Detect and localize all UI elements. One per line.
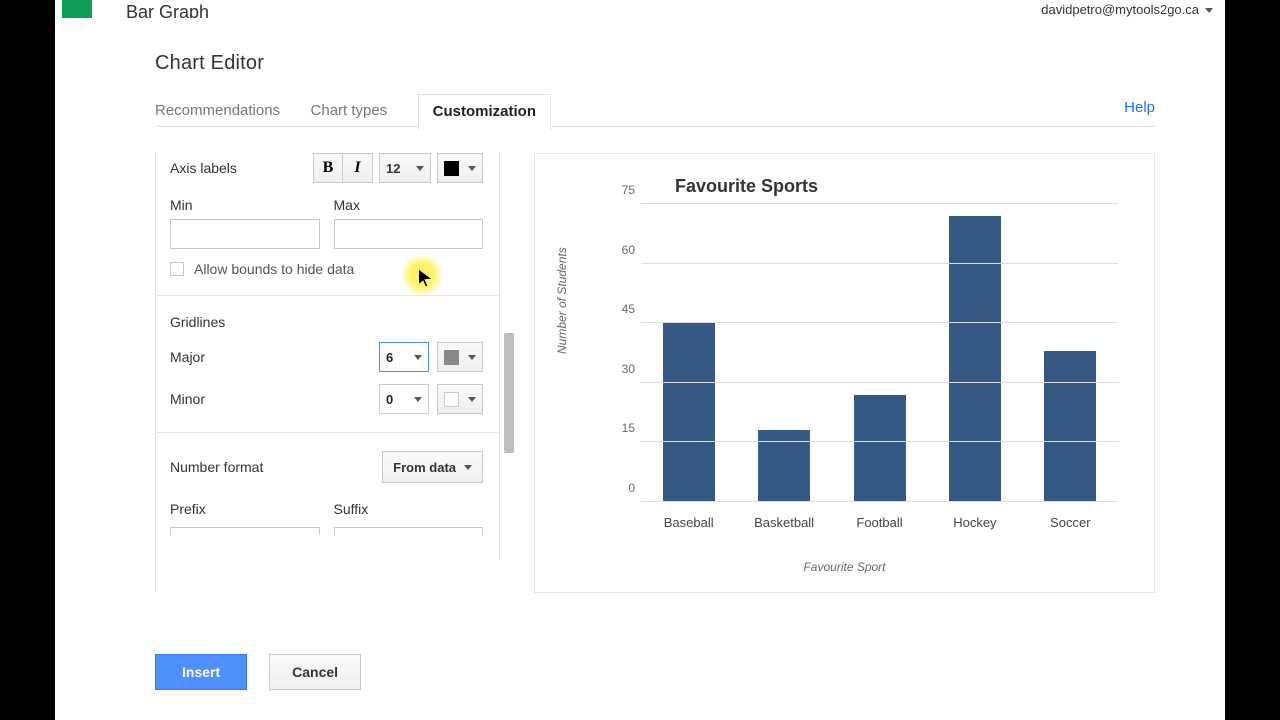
chart-preview-column: Favourite Sports Number of Students 0153… [534, 153, 1155, 593]
color-swatch-icon [444, 350, 459, 365]
gridline [641, 501, 1118, 502]
tab-customization[interactable]: Customization [418, 94, 551, 130]
italic-icon: I [354, 159, 360, 177]
dialog-title: Chart Editor [85, 18, 1225, 93]
allow-bounds-label: Allow bounds to hide data [194, 261, 354, 277]
y-tick-label: 30 [605, 362, 635, 376]
sheets-logo [62, 0, 92, 18]
tabs: Recommendations Chart types Customizatio… [155, 93, 1155, 127]
min-label: Min [170, 197, 320, 213]
gridline [641, 322, 1118, 323]
gridline [641, 263, 1118, 264]
major-gridlines-select[interactable]: 6 [379, 342, 429, 372]
gridline [641, 382, 1118, 383]
number-format-section: Number format From data Prefix Suffix [156, 432, 500, 559]
chevron-down-icon [464, 465, 472, 470]
bar [663, 323, 715, 502]
gridline [641, 441, 1118, 442]
minor-gridlines-color[interactable] [437, 384, 483, 414]
chevron-down-icon [1205, 8, 1213, 13]
y-tick-label: 15 [605, 421, 635, 435]
help-link[interactable]: Help [1124, 99, 1155, 116]
font-size-select[interactable]: 12 [379, 153, 431, 183]
minor-gridlines-value: 0 [386, 392, 393, 407]
chart-editor-dialog: Chart Editor Recommendations Chart types… [85, 18, 1225, 720]
chevron-down-icon [414, 397, 422, 402]
x-tick-label: Basketball [739, 515, 829, 530]
user-email: davidpetro@mytools2go.ca [1041, 2, 1199, 17]
prefix-label: Prefix [170, 501, 320, 517]
number-format-value: From data [393, 460, 456, 475]
chart-title: Favourite Sports [675, 176, 1130, 197]
minor-gridlines-label: Minor [170, 391, 205, 407]
customization-panel: Axis labels B I 12 Min [155, 153, 500, 593]
font-size-value: 12 [386, 161, 400, 176]
major-gridlines-value: 6 [386, 350, 393, 365]
color-swatch-icon [444, 161, 459, 176]
gridline [641, 203, 1118, 204]
insert-button[interactable]: Insert [155, 654, 247, 690]
allow-bounds-checkbox[interactable] [170, 262, 184, 276]
x-tick-label: Football [835, 515, 925, 530]
bold-button[interactable]: B [313, 153, 343, 183]
major-gridlines-color[interactable] [437, 342, 483, 372]
bar [949, 216, 1001, 502]
sheets-header: Bar Graph davidpetro@mytools2go.ca [55, 0, 1225, 18]
axis-labels-toolbar: B I 12 [313, 153, 483, 183]
x-tick-label: Hockey [930, 515, 1020, 530]
color-swatch-icon [444, 392, 459, 407]
tab-chart-types[interactable]: Chart types [311, 102, 388, 129]
axis-labels-heading: Axis labels [170, 160, 237, 176]
major-gridlines-label: Major [170, 349, 205, 365]
x-axis-label: Favourite Sport [535, 560, 1154, 574]
y-tick-label: 0 [605, 481, 635, 495]
chevron-down-icon [416, 166, 424, 171]
chevron-down-icon [468, 355, 476, 360]
bold-icon: B [323, 159, 334, 177]
account-menu[interactable]: davidpetro@mytools2go.ca [1041, 2, 1213, 17]
chevron-down-icon [468, 397, 476, 402]
suffix-input[interactable] [334, 527, 484, 535]
suffix-label: Suffix [334, 501, 484, 517]
plot-area: 01530456075BaseballBasketballFootballHoc… [641, 204, 1118, 502]
x-tick-label: Baseball [644, 515, 734, 530]
y-tick-label: 45 [605, 302, 635, 316]
text-color-button[interactable] [437, 153, 483, 183]
cancel-button[interactable]: Cancel [269, 654, 361, 690]
tab-recommendations[interactable]: Recommendations [155, 94, 280, 129]
gridlines-section: Gridlines Major 6 Minor 0 [156, 295, 500, 432]
chevron-down-icon [414, 355, 422, 360]
axis-labels-section: Axis labels B I 12 Min [156, 153, 500, 295]
panel-scrollbar[interactable] [504, 333, 514, 453]
prefix-input[interactable] [170, 527, 320, 535]
dialog-footer: Insert Cancel [155, 654, 361, 690]
max-label: Max [334, 197, 484, 213]
number-format-heading: Number format [170, 459, 263, 475]
x-tick-label: Soccer [1025, 515, 1115, 530]
gridlines-heading: Gridlines [170, 314, 483, 330]
chevron-down-icon [468, 166, 476, 171]
max-input[interactable] [334, 219, 484, 249]
bar [1044, 351, 1096, 502]
minor-gridlines-select[interactable]: 0 [379, 384, 429, 414]
min-input[interactable] [170, 219, 320, 249]
number-format-select[interactable]: From data [382, 451, 483, 483]
y-tick-label: 75 [605, 183, 635, 197]
y-axis-label: Number of Students [555, 247, 569, 354]
bar [854, 395, 906, 502]
italic-button[interactable]: I [343, 153, 373, 183]
chart-preview: Favourite Sports Number of Students 0153… [534, 153, 1155, 593]
y-tick-label: 60 [605, 243, 635, 257]
